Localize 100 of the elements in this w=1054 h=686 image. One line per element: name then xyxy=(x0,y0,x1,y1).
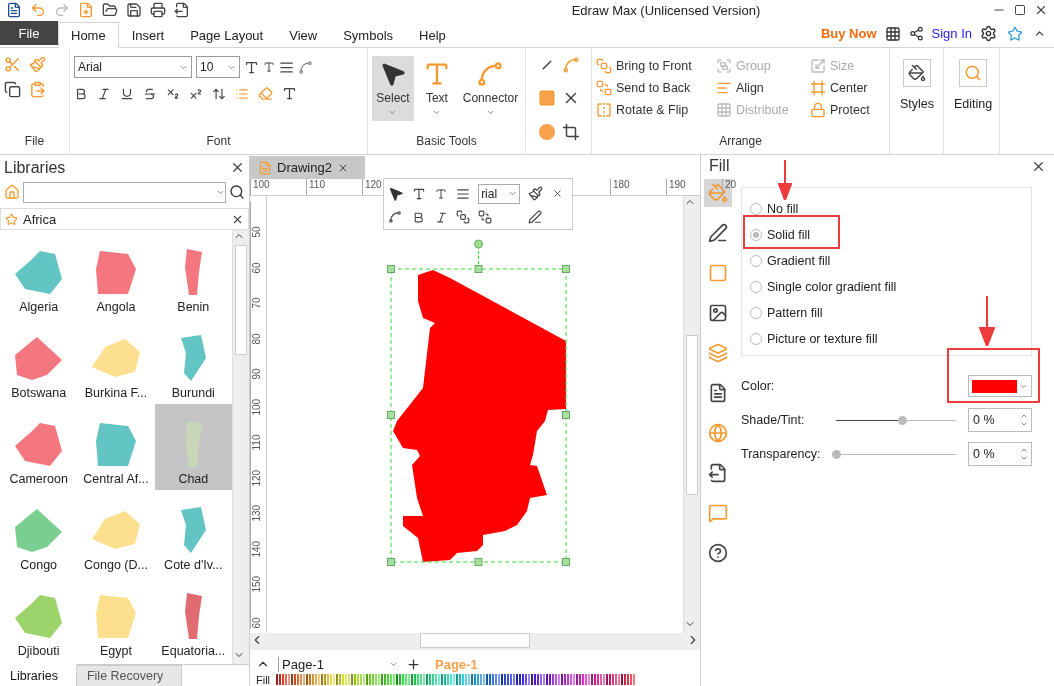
color-picker[interactable] xyxy=(968,375,1032,397)
panel-tab[interactable]: File Recovery xyxy=(76,664,183,686)
caret-icon xyxy=(432,108,442,117)
library-shape[interactable]: Chad xyxy=(154,404,232,490)
ribbon-tab[interactable]: Home xyxy=(58,22,119,48)
library-shape[interactable]: Central Af... xyxy=(77,404,155,490)
fill-option[interactable]: Gradient fill xyxy=(750,252,1023,269)
tool-button[interactable]: Select xyxy=(372,56,414,121)
library-shape[interactable]: Cote d'Iv... xyxy=(154,490,232,576)
open-icon xyxy=(102,2,118,18)
library-shape[interactable]: Cameroon xyxy=(0,404,78,490)
font-name-field[interactable]: Arial xyxy=(74,56,192,78)
category-bar[interactable]: Africa xyxy=(0,208,249,230)
flip-icon xyxy=(596,102,612,118)
library-shape[interactable]: Algeria xyxy=(0,232,78,318)
library-shape[interactable]: Djibouti xyxy=(0,576,78,662)
arrange-button[interactable]: Align xyxy=(716,80,810,96)
sign-in-link[interactable]: Sign In xyxy=(931,26,972,41)
tool-button[interactable]: Text xyxy=(415,56,458,121)
ruler-label: 70 xyxy=(250,273,266,309)
spin-field[interactable]: 0 % xyxy=(968,442,1032,466)
scrollbar[interactable] xyxy=(232,230,249,664)
page-dropdown[interactable]: Page-1 xyxy=(278,656,398,672)
align-text-icon xyxy=(279,59,294,75)
tool-button[interactable]: Connector xyxy=(459,56,521,121)
search-field[interactable] xyxy=(23,181,226,203)
paint-bucket-icon xyxy=(908,64,926,82)
library-shape[interactable]: Burkina F... xyxy=(77,318,155,404)
library-shape[interactable]: Egypt xyxy=(77,576,155,662)
grow-font-icon xyxy=(412,186,427,201)
connector-icon xyxy=(476,60,505,88)
window-title: Edraw Max (Unlicensed Version) xyxy=(570,2,762,18)
copy-icon xyxy=(4,81,21,98)
library-shape[interactable]: Botswana xyxy=(0,318,78,404)
ribbon-tab[interactable]: Symbols xyxy=(330,22,407,48)
document-tab[interactable]: Drawing2 xyxy=(250,156,365,179)
send-back-icon xyxy=(478,210,493,225)
library-shape[interactable]: Congo (D... xyxy=(77,490,155,576)
scrollbar-thumb[interactable] xyxy=(420,633,530,648)
ellipse-icon xyxy=(538,122,556,141)
group-label: Font xyxy=(205,134,232,150)
library-shape[interactable]: Congo xyxy=(0,490,78,576)
crop-icon xyxy=(562,122,580,141)
connector-icon xyxy=(388,210,402,225)
library-shape[interactable]: Benin xyxy=(154,232,232,318)
paste-icon xyxy=(29,81,46,98)
field-label: Shade/Tint: xyxy=(741,413,806,427)
ribbon-tab[interactable]: Insert xyxy=(118,22,178,48)
panel-title: Fill xyxy=(709,157,730,175)
fill-option[interactable]: Pattern fill xyxy=(750,304,1023,321)
styles-button[interactable]: Styles xyxy=(894,58,941,112)
close-icon xyxy=(1034,3,1048,17)
fill-option[interactable]: Solid fill xyxy=(750,226,1023,243)
add-page-icon xyxy=(406,656,421,672)
selected-map-shape[interactable] xyxy=(386,238,571,567)
font-name-field[interactable]: rial xyxy=(478,183,521,204)
pen-icon xyxy=(708,223,728,243)
strikethrough-icon xyxy=(143,86,157,101)
font-color-icon xyxy=(282,86,297,101)
panel-tab[interactable]: Libraries xyxy=(0,664,77,686)
arrange-button[interactable]: Protect xyxy=(810,102,888,118)
ribbon-tab[interactable]: Page Layout xyxy=(177,22,277,48)
caret-icon xyxy=(485,108,495,117)
undo-icon xyxy=(30,2,46,18)
scrollbar-thumb[interactable] xyxy=(686,334,698,495)
ribbon-tab[interactable]: View xyxy=(276,22,331,48)
ruler-label: 60 xyxy=(250,237,266,273)
scrollbar[interactable] xyxy=(683,196,700,633)
editing-button[interactable]: Editing xyxy=(948,58,999,112)
arrange-button[interactable]: Rotate & Flip xyxy=(596,102,716,118)
cut-icon xyxy=(4,56,21,73)
annotation-arrow xyxy=(979,296,995,346)
ruler-label: 80 xyxy=(250,308,266,344)
arrange-button[interactable]: Bring to Front xyxy=(596,58,716,74)
arrange-button[interactable]: Send to Back xyxy=(596,80,716,96)
spin-field[interactable]: 0 % xyxy=(968,408,1032,432)
library-shape[interactable]: Equatoria... xyxy=(154,576,232,662)
align-text-icon xyxy=(455,186,470,201)
up-icon xyxy=(1020,412,1028,420)
toolbar-grid-icon xyxy=(884,25,901,42)
ruler-label: 110 xyxy=(306,179,362,195)
close-icon xyxy=(230,160,245,175)
color-palette-drawing[interactable] xyxy=(276,674,637,685)
arrange-button[interactable]: Center xyxy=(810,80,888,96)
font-size-field[interactable]: 10 xyxy=(196,56,240,78)
fill-option[interactable]: No fill xyxy=(750,200,1023,217)
horizontal-scrollbar[interactable] xyxy=(250,633,700,650)
scrollbar-thumb[interactable] xyxy=(235,245,247,355)
ribbon-tab[interactable]: Help xyxy=(406,22,459,48)
close-icon xyxy=(551,188,563,200)
search-icon xyxy=(229,184,245,200)
down-icon xyxy=(1020,454,1028,462)
library-shape[interactable]: Burundi xyxy=(154,318,232,404)
distribute-icon xyxy=(716,102,732,118)
fill-option[interactable]: Single color gradient fill xyxy=(750,278,1023,295)
pointer-icon xyxy=(388,185,404,202)
file-menu-tab[interactable]: File xyxy=(0,21,58,45)
fill-option[interactable]: Picture or texture fill xyxy=(750,330,1023,347)
app-badge-icon xyxy=(1007,25,1023,42)
library-shape[interactable]: Angola xyxy=(77,232,155,318)
